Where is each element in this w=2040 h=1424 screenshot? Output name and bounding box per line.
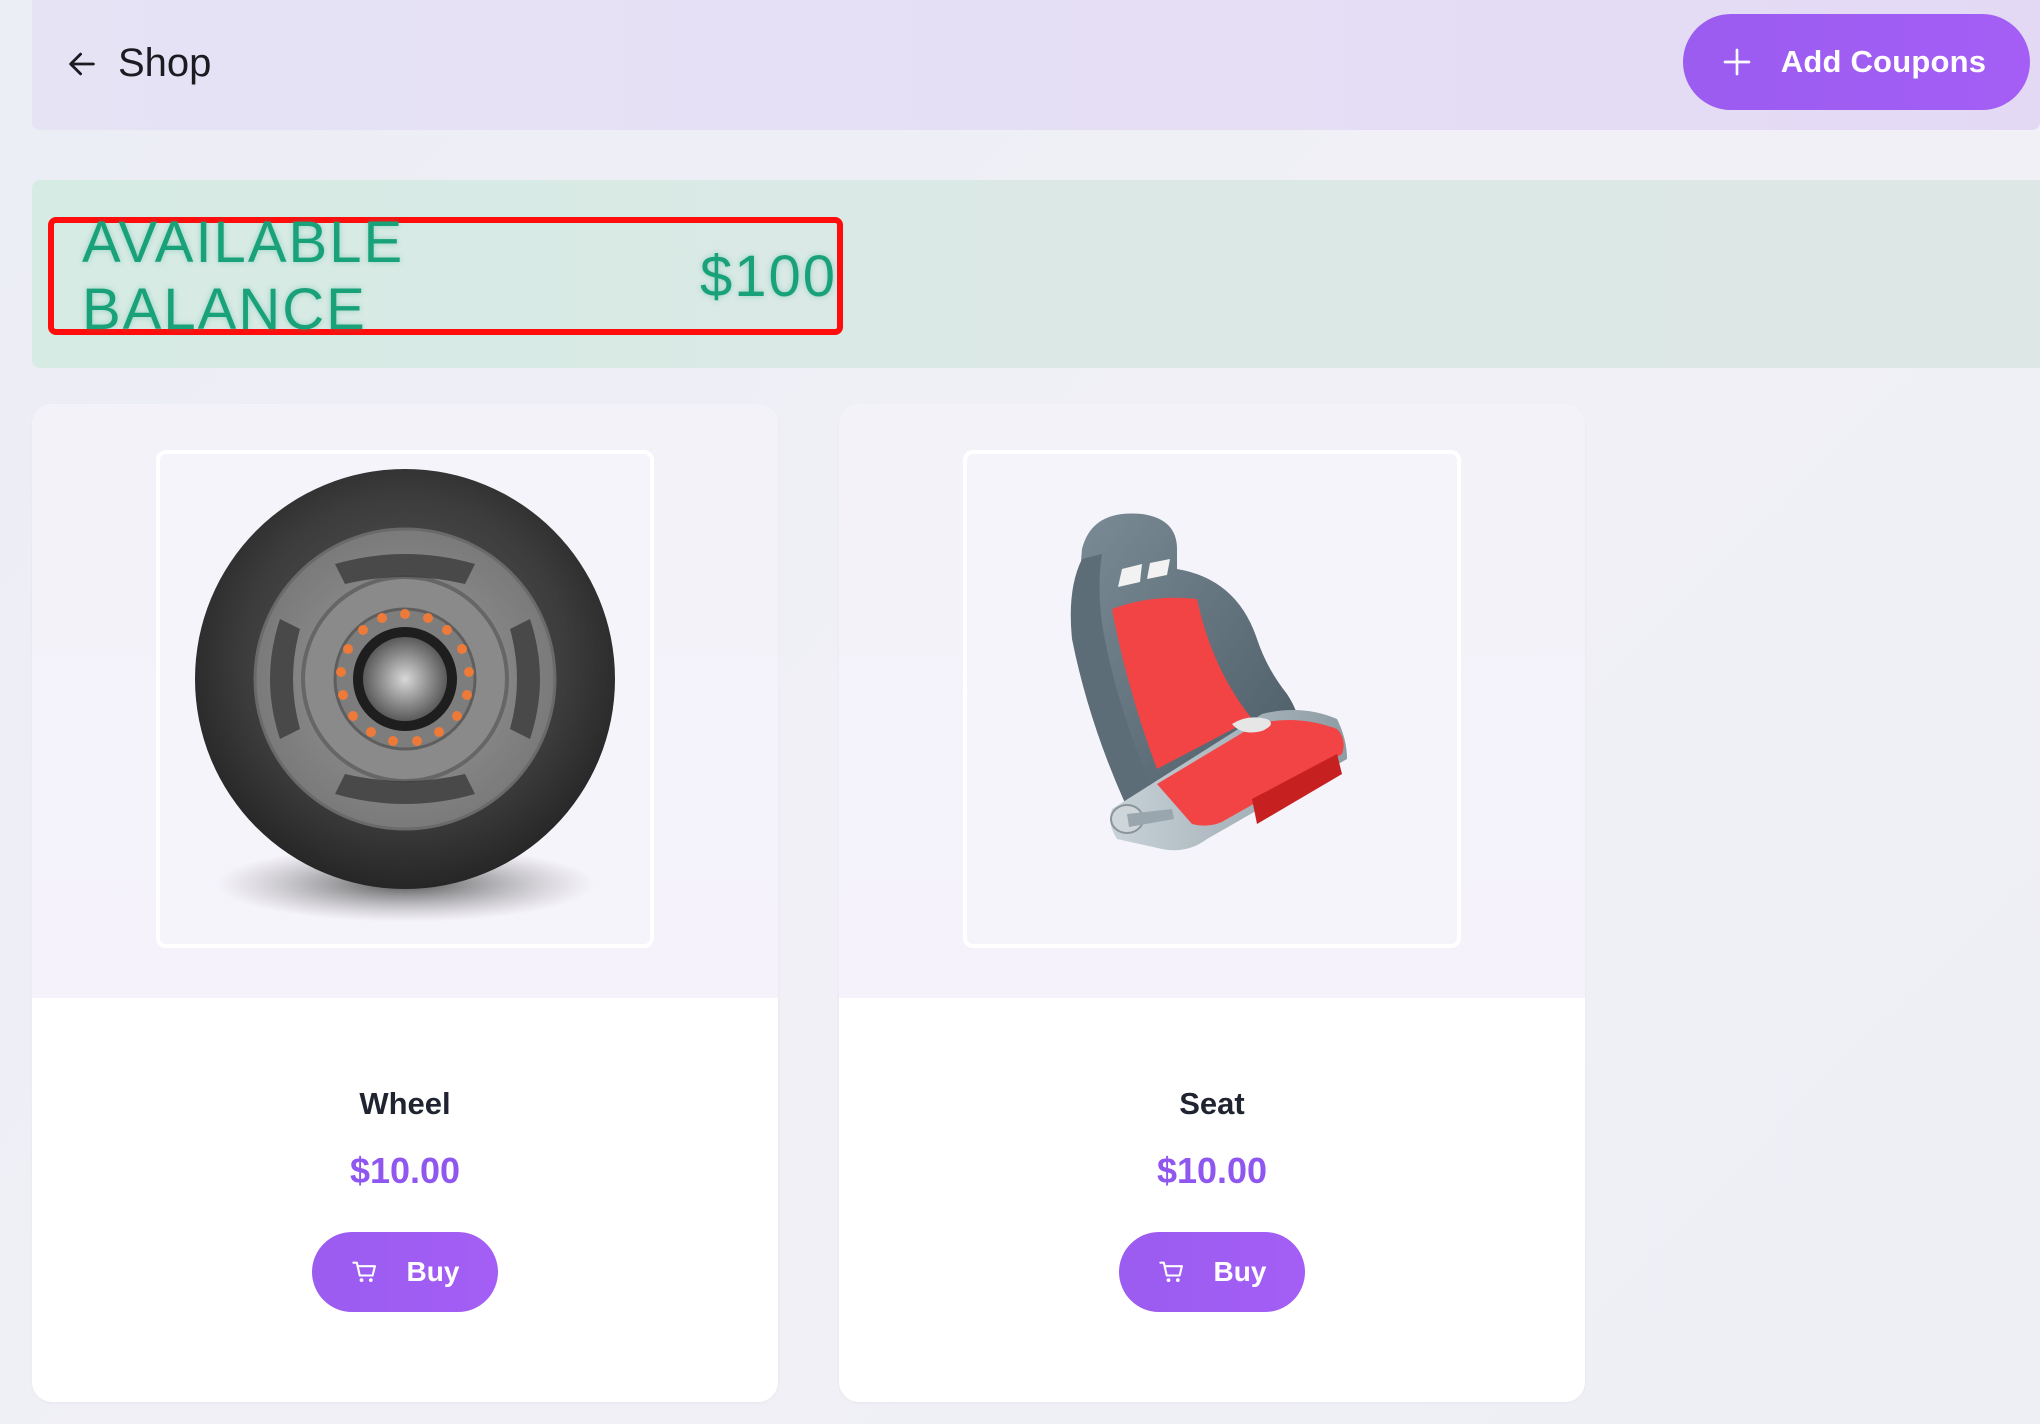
product-image-area [839,404,1585,998]
balance-highlight-box: AVAILABLE BALANCE $100 [48,210,843,342]
product-price: $10.00 [349,1150,461,1191]
arrow-left-icon [69,52,95,76]
add-coupons-label: Add Coupons [1780,44,1987,79]
product-card-wheel: Wheel $10.00 Buy [32,404,778,1402]
add-coupons-button[interactable]: Add Coupons [1683,14,2030,110]
seat-image [1070,513,1347,851]
cart-icon [1158,1261,1183,1283]
product-image-area [32,404,778,998]
buy-button-seat[interactable]: Buy [1119,1232,1305,1312]
plus-icon [1723,48,1751,76]
buy-button-label: Buy [406,1256,460,1287]
back-button[interactable] [62,44,102,84]
product-image-frame [963,450,1461,948]
buy-button-label: Buy [1213,1256,1267,1287]
product-name: Seat [1179,1086,1245,1121]
cart-icon [351,1261,376,1283]
page-title: Shop [118,41,212,85]
product-name: Wheel [359,1086,451,1121]
buy-button-wheel[interactable]: Buy [312,1232,498,1312]
product-card-seat: Seat $10.00 Buy [839,404,1585,1402]
product-price: $10.00 [1156,1150,1268,1191]
wheel-image [195,469,615,922]
product-image-frame [156,450,654,948]
balance-amount: $100 [699,243,837,309]
balance-banner: AVAILABLE BALANCE $100 [32,180,2040,368]
balance-label: AVAILABLE BALANCE [82,210,405,342]
